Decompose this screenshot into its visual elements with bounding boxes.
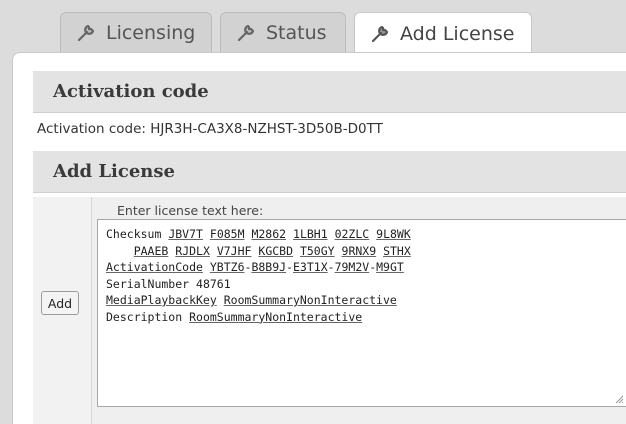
license-token: MediaPlaybackKey [106, 293, 217, 307]
license-line: ActivationCode YBTZ6-B8B9J-E3T1X-79M2V-M… [106, 260, 404, 274]
tab-status[interactable]: Status [220, 12, 346, 52]
add-button-cell: Add [33, 197, 92, 424]
wrench-icon [75, 22, 97, 44]
activation-code-row: Activation code: HJR3H-CA3X8-NZHST-3D50B… [37, 121, 383, 137]
license-token: JBV7T [168, 227, 203, 241]
license-line: Description RoomSummaryNonInteractive [106, 309, 363, 324]
tab-licensing[interactable]: Licensing [60, 12, 212, 52]
activation-code-label: Activation code: [37, 121, 146, 137]
license-line: Checksum JBV7T F085M M2862 1LBH1 02ZLC 9… [106, 227, 411, 241]
license-token: 9RNX9 [341, 243, 377, 258]
license-token: 1LBH1 [293, 227, 328, 241]
license-token: V7JHF [216, 243, 252, 258]
license-token: M2862 [251, 227, 287, 241]
license-token: 79M2V [334, 260, 370, 274]
license-token: 02ZLC [334, 227, 370, 241]
add-button[interactable]: Add [41, 291, 79, 315]
license-token: RoomSummaryNonInteractive [223, 293, 397, 307]
content-panel: Activation code Activation code: HJR3H-C… [12, 52, 626, 424]
license-token: YBTZ6 [209, 260, 245, 274]
license-line: SerialNumber 48761 [106, 276, 231, 291]
license-text-area[interactable]: Checksum JBV7T F085M M2862 1LBH1 02ZLC 9… [97, 219, 626, 407]
wrench-icon [369, 23, 391, 45]
license-token: KGCBD [258, 243, 294, 258]
license-token: RJDLX [175, 243, 210, 258]
tab-add-license[interactable]: Add License [354, 12, 532, 54]
tab-label: Licensing [106, 21, 196, 44]
activation-code-header: Activation code [33, 71, 626, 113]
license-text-prompt: Enter license text here: [117, 203, 264, 218]
license-token: F085M [209, 227, 245, 241]
license-token: ActivationCode [106, 260, 203, 274]
license-token: PAAEB [133, 243, 169, 258]
page: Licensing Status Add License Activation … [0, 0, 626, 424]
license-token: T50GY [299, 243, 335, 258]
resize-handle-icon[interactable] [614, 394, 624, 404]
license-token: M9GT [376, 260, 404, 274]
tab-label: Add License [400, 22, 515, 45]
add-license-area: Add Enter license text here: Checksum JB… [33, 197, 626, 424]
license-token: RoomSummaryNonInteractive [189, 309, 363, 324]
tab-label: Status [266, 21, 327, 44]
activation-code-value: HJR3H-CA3X8-NZHST-3D50B-D0TT [150, 121, 383, 137]
license-token: B8B9J [251, 260, 287, 274]
license-token: STHX [383, 243, 411, 258]
license-token: E3T1X [293, 260, 328, 274]
wrench-icon [235, 22, 257, 44]
license-line: PAAEB RJDLX V7JHF KGCBD T50GY 9RNX9 STHX [106, 243, 618, 260]
add-license-header: Add License [33, 151, 626, 193]
license-line: MediaPlaybackKey RoomSummaryNonInteracti… [106, 292, 618, 309]
license-token: 9L8WK [376, 227, 411, 241]
